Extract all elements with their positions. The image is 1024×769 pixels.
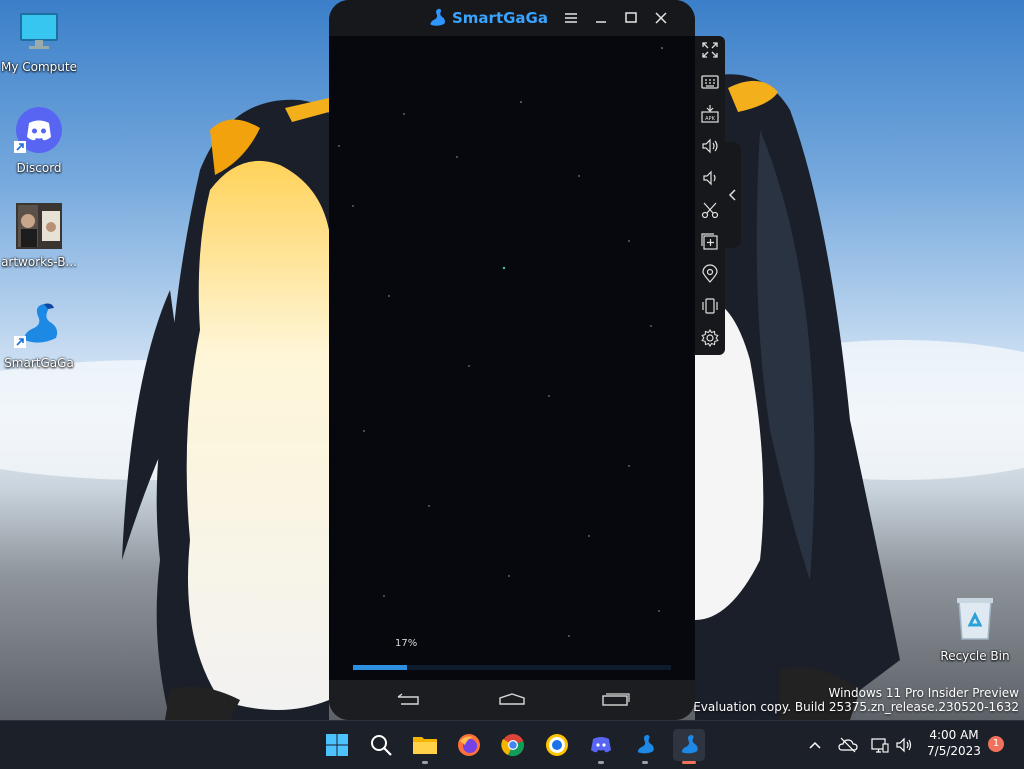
file-explorer-icon	[413, 737, 437, 754]
network-icon[interactable]	[871, 736, 889, 754]
multi-instance-icon[interactable]	[700, 232, 720, 252]
desktop-icon-label: Recycle Bin	[940, 649, 1010, 663]
windows-evaluation-watermark: Windows 11 Pro Insider Preview Evaluatio…	[693, 686, 1019, 714]
desktop-icon-label: artworks-B...	[1, 255, 77, 269]
fullscreen-icon[interactable]	[700, 40, 720, 60]
loading-progress-bar	[353, 665, 671, 670]
taskbar-chrome[interactable]	[497, 729, 529, 761]
svg-text:APK: APK	[705, 116, 715, 122]
keyboard-icon[interactable]	[700, 72, 720, 92]
desktop-icon-label: My Computer	[1, 60, 77, 74]
recycle-bin-icon	[957, 598, 993, 640]
taskbar-browser[interactable]	[541, 729, 573, 761]
recents-icon[interactable]	[599, 690, 631, 710]
watermark-line-2: Evaluation copy. Build 25375.zn_release.…	[693, 700, 1019, 714]
emulator-side-toolbar: APK	[695, 36, 725, 355]
taskbar-search-button[interactable]	[365, 729, 397, 761]
desktop-icon-my-computer[interactable]: My Computer	[1, 10, 77, 74]
smartgaga-emulator-window: SmartGaGa 17%	[329, 0, 695, 720]
monitor-icon	[20, 13, 58, 49]
volume-icon[interactable]	[895, 736, 913, 754]
discord-icon	[14, 107, 62, 153]
smartgaga-icon	[637, 734, 654, 754]
onedrive-offline-icon[interactable]	[838, 736, 858, 754]
firefox-icon	[458, 734, 480, 756]
menu-icon[interactable]	[560, 7, 582, 29]
home-icon[interactable]	[496, 690, 528, 710]
running-indicator	[642, 761, 648, 764]
smartgaga-swan-icon	[430, 8, 445, 26]
loading-percent: 17%	[395, 638, 418, 649]
back-icon[interactable]	[393, 690, 425, 710]
notification-badge[interactable]: 1	[988, 736, 1004, 752]
shake-icon[interactable]	[700, 296, 720, 316]
emulator-title: SmartGaGa	[452, 9, 548, 27]
smartgaga-active-icon	[681, 734, 698, 754]
search-icon	[371, 735, 392, 756]
desktop-icon-discord[interactable]: Discord	[1, 105, 77, 175]
desktop-icon-label: SmartGaGa	[4, 356, 74, 370]
discord-icon	[591, 737, 611, 753]
clock-date: 7/5/2023	[927, 744, 981, 758]
taskbar-discord[interactable]	[585, 729, 617, 764]
close-icon[interactable]	[650, 7, 672, 29]
clock-time: 4:00 AM	[929, 728, 979, 742]
start-windows-icon	[326, 734, 348, 756]
image-thumbnail-icon	[16, 203, 62, 249]
running-indicator	[422, 761, 428, 764]
screenshot-scissors-icon[interactable]	[700, 200, 720, 220]
watermark-line-1: Windows 11 Pro Insider Preview	[828, 686, 1019, 700]
settings-gear-icon[interactable]	[700, 328, 720, 348]
minimize-icon[interactable]	[590, 7, 612, 29]
running-indicator	[598, 761, 604, 764]
install-apk-icon[interactable]: APK	[700, 104, 720, 124]
desktop-icon-artworks[interactable]: artworks-B...	[1, 203, 77, 269]
taskbar-start-button[interactable]	[321, 729, 353, 761]
chevron-up-icon[interactable]	[807, 737, 823, 753]
windows-taskbar	[0, 720, 1024, 769]
volume-down-icon[interactable]	[700, 168, 720, 188]
emulator-logo: SmartGaGa	[426, 7, 548, 29]
desktop-icon-label: Discord	[16, 161, 62, 175]
desktop-icon-recycle-bin[interactable]: Recycle Bin	[937, 595, 1013, 663]
android-nav-bar	[329, 680, 695, 720]
taskbar-smartgaga[interactable]	[629, 729, 661, 764]
starfield-background	[338, 47, 663, 637]
chevron-left-icon	[728, 189, 736, 201]
smartgaga-swan-icon	[14, 303, 58, 348]
loading-progress-fill	[353, 665, 407, 670]
taskbar-smartgaga-active[interactable]	[673, 729, 705, 764]
desktop-icon-smartgaga[interactable]: SmartGaGa	[1, 300, 77, 370]
emulator-screen[interactable]: 17%	[329, 36, 695, 680]
location-icon[interactable]	[700, 264, 720, 284]
chrome-icon	[501, 734, 524, 757]
volume-up-icon[interactable]	[700, 136, 720, 156]
toolbar-collapse-tab[interactable]	[725, 142, 741, 248]
taskbar-clock[interactable]: 4:00 AM 7/5/2023	[922, 727, 986, 759]
taskbar-firefox[interactable]	[453, 729, 485, 761]
taskbar-file-explorer[interactable]	[409, 729, 441, 764]
maximize-icon[interactable]	[620, 7, 642, 29]
browser-icon	[546, 734, 568, 756]
running-indicator	[682, 761, 696, 764]
emulator-titlebar[interactable]: SmartGaGa	[329, 0, 695, 36]
